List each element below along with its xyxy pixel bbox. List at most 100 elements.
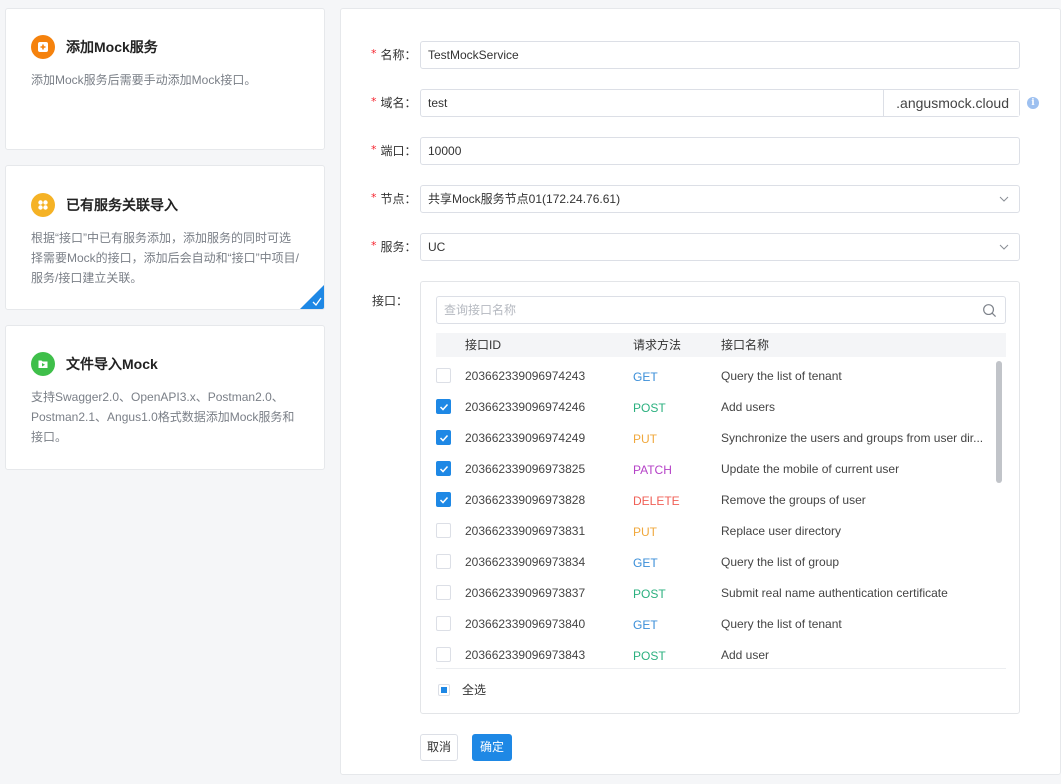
scrollbar-thumb[interactable] xyxy=(996,361,1002,483)
port-label: * 端口： xyxy=(371,143,417,158)
port-row: * 端口： 10000 xyxy=(341,137,1060,165)
node-select[interactable]: 共享Mock服务节点01(172.24.76.61) xyxy=(420,185,1020,213)
request-method: POST xyxy=(633,401,666,415)
table-scrollbar[interactable] xyxy=(995,361,1003,663)
check-icon xyxy=(439,434,449,442)
request-method: POST xyxy=(633,587,666,601)
card-description: 支持Swagger2.0、OpenAPI3.x、Postman2.0、Postm… xyxy=(31,390,295,444)
api-search-input[interactable] xyxy=(444,301,964,319)
name-label: * 名称： xyxy=(371,47,417,62)
check-icon xyxy=(439,403,449,411)
search-icon[interactable] xyxy=(982,303,997,318)
node-label: * 节点： xyxy=(371,191,417,206)
table-row[interactable]: 203662339096973831 PUT Replace user direct… xyxy=(436,520,996,551)
card-header: 添加Mock服务 xyxy=(31,35,158,59)
grid-icon xyxy=(31,193,55,217)
request-method: PUT xyxy=(633,525,657,539)
api-search[interactable] xyxy=(436,296,1006,324)
api-id: 203662339096973840 xyxy=(465,617,586,631)
request-method: GET xyxy=(633,370,658,384)
check-icon xyxy=(439,496,449,504)
api-table-box: 接口ID 请求方法 接口名称 203662339096974243 GET Quer… xyxy=(420,281,1020,714)
api-name: Update the mobile of current user xyxy=(721,462,900,476)
request-method: GET xyxy=(633,556,658,570)
api-id: 203662339096974243 xyxy=(465,369,586,383)
table-body: 203662339096974243 GET Query the list of t… xyxy=(436,361,1006,669)
node-row: * 节点： 共享Mock服务节点01(172.24.76.61) xyxy=(341,185,1060,213)
api-id: 203662339096973843 xyxy=(465,648,586,662)
confirm-button[interactable]: 确定 xyxy=(472,734,512,761)
api-name: Remove the groups of user xyxy=(721,493,866,507)
port-input[interactable]: 10000 xyxy=(420,137,1020,165)
domain-value: test xyxy=(428,96,448,110)
row-checkbox[interactable] xyxy=(436,647,451,662)
request-method: PATCH xyxy=(633,463,672,477)
card-header: 文件导入Mock xyxy=(31,352,158,376)
domain-label: * 域名： xyxy=(371,95,417,110)
table-row[interactable]: 203662339096973837 POST Submit real name a… xyxy=(436,582,996,613)
service-label: * 服务： xyxy=(371,239,417,254)
row-checkbox[interactable] xyxy=(436,368,451,383)
row-checkbox[interactable] xyxy=(436,461,451,476)
table-row[interactable]: 203662339096974243 GET Query the list of t… xyxy=(436,365,996,396)
card-description: 添加Mock服务后需要手动添加Mock接口。 xyxy=(31,73,257,87)
api-name: Synchronize the users and groups from us… xyxy=(721,431,984,445)
row-checkbox[interactable] xyxy=(436,616,451,631)
api-label: 接口： xyxy=(372,294,409,308)
column-header-id: 接口ID xyxy=(465,338,502,352)
column-header-method: 请求方法 xyxy=(633,338,682,352)
indeterminate-checkbox-icon[interactable] xyxy=(438,683,450,696)
file-icon xyxy=(31,352,55,376)
column-header-name: 接口名称 xyxy=(721,338,770,352)
card-header: 已有服务关联导入 xyxy=(31,193,178,217)
select-all-checkbox[interactable]: 全选 xyxy=(438,681,486,698)
cancel-button[interactable]: 取消 xyxy=(420,734,458,761)
table-row[interactable]: 203662339096973828 DELETE Remove the group… xyxy=(436,489,996,520)
api-id: 203662339096973825 xyxy=(465,462,586,476)
api-name: Query the list of tenant xyxy=(721,617,842,631)
api-name: Replace user directory xyxy=(721,524,842,538)
api-id: 203662339096973837 xyxy=(465,586,586,600)
name-row: * 名称： TestMockService xyxy=(341,41,1060,69)
api-id: 203662339096973828 xyxy=(465,493,586,507)
api-id: 203662339096973834 xyxy=(465,555,586,569)
card-title: 已有服务关联导入 xyxy=(66,197,178,213)
divider xyxy=(436,668,1006,669)
domain-row: * 域名： test .angusmock.cloud i xyxy=(341,89,1060,117)
row-checkbox[interactable] xyxy=(436,492,451,507)
chevron-down-icon xyxy=(999,244,1009,250)
name-input[interactable]: TestMockService xyxy=(420,41,1020,69)
api-id: 203662339096973831 xyxy=(465,524,586,538)
domain-input[interactable]: test .angusmock.cloud xyxy=(420,89,1020,117)
row-checkbox[interactable] xyxy=(436,523,451,538)
service-select[interactable]: UC xyxy=(420,233,1020,261)
table-header: 接口ID 请求方法 接口名称 xyxy=(436,333,1006,357)
domain-suffix: .angusmock.cloud xyxy=(883,90,1019,116)
request-method: PUT xyxy=(633,432,657,446)
card-title: 文件导入Mock xyxy=(66,356,158,372)
table-row[interactable]: 203662339096973843 POST Add user xyxy=(436,644,996,669)
api-name: Add user xyxy=(721,648,770,662)
service-select-value: UC xyxy=(428,240,446,254)
card-description: 根据“接口”中已有服务添加，添加服务的同时可选择需要Mock的接口，添加后会自动… xyxy=(31,231,299,285)
chevron-down-icon xyxy=(999,196,1009,202)
service-row: * 服务： UC xyxy=(341,233,1060,261)
file-import-mock-card[interactable]: 文件导入Mock 支持Swagger2.0、OpenAPI3.x、Postman… xyxy=(5,325,325,470)
row-checkbox[interactable] xyxy=(436,554,451,569)
row-checkbox[interactable] xyxy=(436,585,451,600)
request-method: GET xyxy=(633,618,658,632)
mock-service-form-panel: * 名称： TestMockService * 域名： test .angusmoc… xyxy=(340,8,1061,775)
table-row[interactable]: 203662339096974246 POST Add users xyxy=(436,396,996,427)
table-row[interactable]: 203662339096973825 PATCH Update the mobile… xyxy=(436,458,996,489)
row-checkbox[interactable] xyxy=(436,399,451,414)
add-mock-service-card[interactable]: 添加Mock服务 添加Mock服务后需要手动添加Mock接口。 xyxy=(5,8,325,150)
table-row[interactable]: 203662339096974249 PUT Synchronize the use… xyxy=(436,427,996,458)
api-name: Query the list of tenant xyxy=(721,369,842,383)
table-row[interactable]: 203662339096973834 GET Query the list of g… xyxy=(436,551,996,582)
table-row[interactable]: 203662339096973840 GET Query the list of t… xyxy=(436,613,996,644)
info-icon[interactable]: i xyxy=(1027,97,1039,109)
row-checkbox[interactable] xyxy=(436,430,451,445)
import-existing-service-card[interactable]: 已有服务关联导入 根据“接口”中已有服务添加，添加服务的同时可选择需要Mock的… xyxy=(5,165,325,310)
api-name: Query the list of group xyxy=(721,555,840,569)
api-id: 203662339096974249 xyxy=(465,431,586,445)
